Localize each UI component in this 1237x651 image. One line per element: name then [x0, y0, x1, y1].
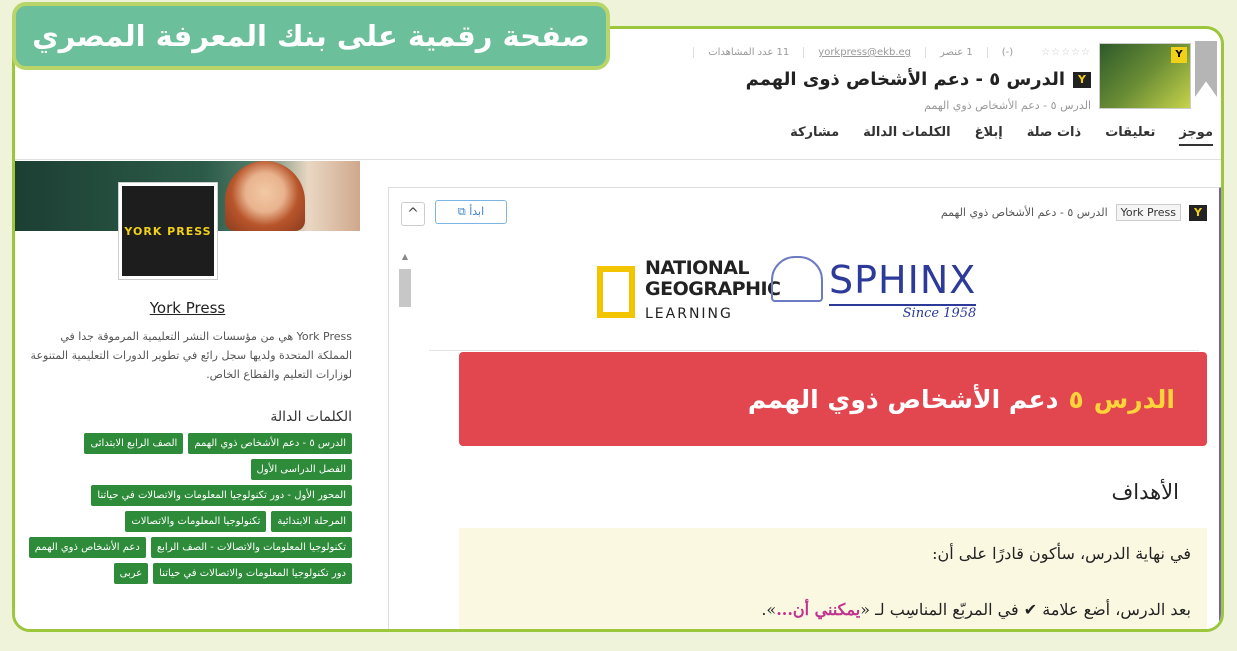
sphinx-since: Since 1958: [829, 304, 977, 321]
bookmark-icon[interactable]: [1195, 41, 1217, 97]
natgeo-line-3: LEARNING: [645, 306, 733, 322]
keyword-tag[interactable]: دور تكنولوجيا المعلومات والاتصالات في حي…: [153, 563, 352, 584]
goal-line-2: بعد الدرس، أضع علامة ✔ في المربّع المناس…: [761, 600, 1191, 619]
page-banner: صفحة رقمية على بنك المعرفة المصري: [12, 2, 610, 70]
viewer-header: ^ ابدأ ⧉ Y York Press الدرس ٥ - دعم الأش…: [389, 188, 1219, 230]
keywords-list: الدرس ٥ - دعم الأشخاص ذوي الهمم الصف الر…: [25, 433, 352, 584]
collapse-chevron-icon[interactable]: ^: [401, 202, 425, 226]
tab-comments[interactable]: تعليقات: [1105, 125, 1155, 146]
lesson-title: دعم الأشخاص ذوي الهمم: [747, 384, 1059, 414]
sphinx-logo: SPHINX Since 1958: [771, 256, 977, 321]
publisher-badge-icon: Y: [1171, 47, 1187, 63]
items-count: 1 عنصر: [925, 47, 973, 58]
rating-count: (-): [986, 47, 1013, 58]
publisher-tag: York Press: [1115, 204, 1181, 221]
goal-highlight: يمكنني أن...: [776, 600, 861, 619]
sphinx-wordmark: SPHINX: [829, 258, 977, 302]
keyword-tag[interactable]: عربى: [113, 563, 149, 584]
tab-summary[interactable]: موجز: [1179, 125, 1213, 146]
keyword-tag[interactable]: تكنولوجيا المعلومات والاتصالات - الصف ال…: [150, 537, 352, 558]
york-badge-icon: Y: [1189, 204, 1207, 221]
keywords-heading: الكلمات الدالة: [270, 409, 352, 425]
logo-text: YORK PRESS: [124, 224, 212, 238]
publisher-logo[interactable]: YORK PRESS: [119, 183, 217, 279]
views-count: 11 عدد المشاهدات: [693, 47, 789, 58]
tab-share[interactable]: مشاركة: [790, 125, 839, 146]
publisher-email[interactable]: yorkpress@ekb.eg: [803, 47, 911, 58]
resource-header: Y ☆☆☆☆☆ (-) 1 عنصر yorkpress@ekb.eg 11 ع…: [511, 41, 1217, 131]
keyword-tag[interactable]: الصف الرابع الابتدائى: [84, 433, 184, 454]
sphinx-head-icon: [771, 256, 823, 302]
keyword-tag[interactable]: المحور الأول - دور تكنولوجيا المعلومات و…: [91, 485, 352, 506]
keyword-tag[interactable]: دعم الأشخاص ذوي الهمم: [28, 537, 146, 558]
screenshot-frame: Y ☆☆☆☆☆ (-) 1 عنصر yorkpress@ekb.eg 11 ع…: [12, 26, 1224, 632]
keyword-tag[interactable]: المرحلة الابتدائية: [271, 511, 352, 532]
tab-report[interactable]: إبلاغ: [975, 125, 1003, 146]
publisher-description: York Press هي من مؤسسات النشر التعليمية …: [30, 330, 352, 381]
goal-line-2-text: بعد الدرس، أضع علامة ✔ في المربّع المناس…: [860, 600, 1191, 619]
document-title: الدرس ٥ - دعم الأشخاص ذوي الهمم: [940, 206, 1108, 219]
keyword-tag[interactable]: تكنولوجيا المعلومات والاتصالات: [125, 511, 267, 532]
publisher-sidebar: YORK PRESS York Press York Press هي من م…: [15, 161, 360, 629]
rating-stars-icon[interactable]: ☆☆☆☆☆: [1027, 47, 1091, 58]
natgeo-line-1: NATIONAL: [645, 257, 750, 279]
header-divider: [15, 159, 1221, 160]
resource-thumbnail: Y: [1099, 43, 1191, 109]
tab-bar: موجز تعليقات ذات صلة إبلاغ الكلمات الدال…: [790, 125, 1213, 146]
goal-line-1: في نهاية الدرس، سأكون قادرًا على أن:: [932, 544, 1191, 563]
natgeo-frame-icon: [597, 265, 635, 318]
content-divider: [429, 350, 1199, 351]
goals-box: في نهاية الدرس، سأكون قادرًا على أن: بعد…: [459, 528, 1207, 629]
document-viewer: ^ ابدأ ⧉ Y York Press الدرس ٥ - دعم الأش…: [388, 187, 1221, 629]
goal-line-2-end: ».: [761, 600, 777, 619]
cover-photo: [225, 161, 305, 231]
lesson-label: الدرس: [1093, 384, 1175, 414]
viewer-scrollbar[interactable]: ▲: [399, 252, 411, 629]
page-title: الدرس ٥ - دعم الأشخاص ذوى الهمم: [745, 69, 1065, 90]
viewer-title: Y York Press الدرس ٥ - دعم الأشخاص ذوي ا…: [941, 204, 1207, 221]
start-button[interactable]: ابدأ ⧉: [435, 200, 507, 224]
natgeo-line-2: GEOGRAPHIC: [645, 278, 781, 300]
natgeo-logo: NATIONAL GEOGRAPHIC LEARNING: [597, 258, 781, 325]
keyword-tag[interactable]: الفصل الدراسى الأول: [250, 459, 352, 480]
lesson-number: ٥: [1068, 384, 1084, 414]
lesson-title-banner: الدرس ٥ دعم الأشخاص ذوي الهمم: [459, 352, 1207, 446]
page-subtitle: الدرس ٥ - دعم الأشخاص ذوي الهمم: [924, 99, 1091, 112]
resource-meta: ☆☆☆☆☆ (-) 1 عنصر yorkpress@ekb.eg 11 عدد…: [693, 47, 1091, 58]
publisher-name-link[interactable]: York Press: [15, 299, 360, 317]
title-row: Y الدرس ٥ - دعم الأشخاص ذوى الهمم: [746, 69, 1091, 90]
scroll-thumb[interactable]: [399, 269, 411, 307]
tab-keywords[interactable]: الكلمات الدالة: [863, 125, 950, 146]
tab-related[interactable]: ذات صلة: [1027, 125, 1081, 146]
keyword-tag[interactable]: الدرس ٥ - دعم الأشخاص ذوي الهمم: [188, 433, 352, 454]
scroll-up-icon[interactable]: ▲: [399, 252, 411, 261]
york-badge-icon: Y: [1073, 71, 1091, 88]
goals-heading: الأهداف: [1111, 480, 1179, 504]
